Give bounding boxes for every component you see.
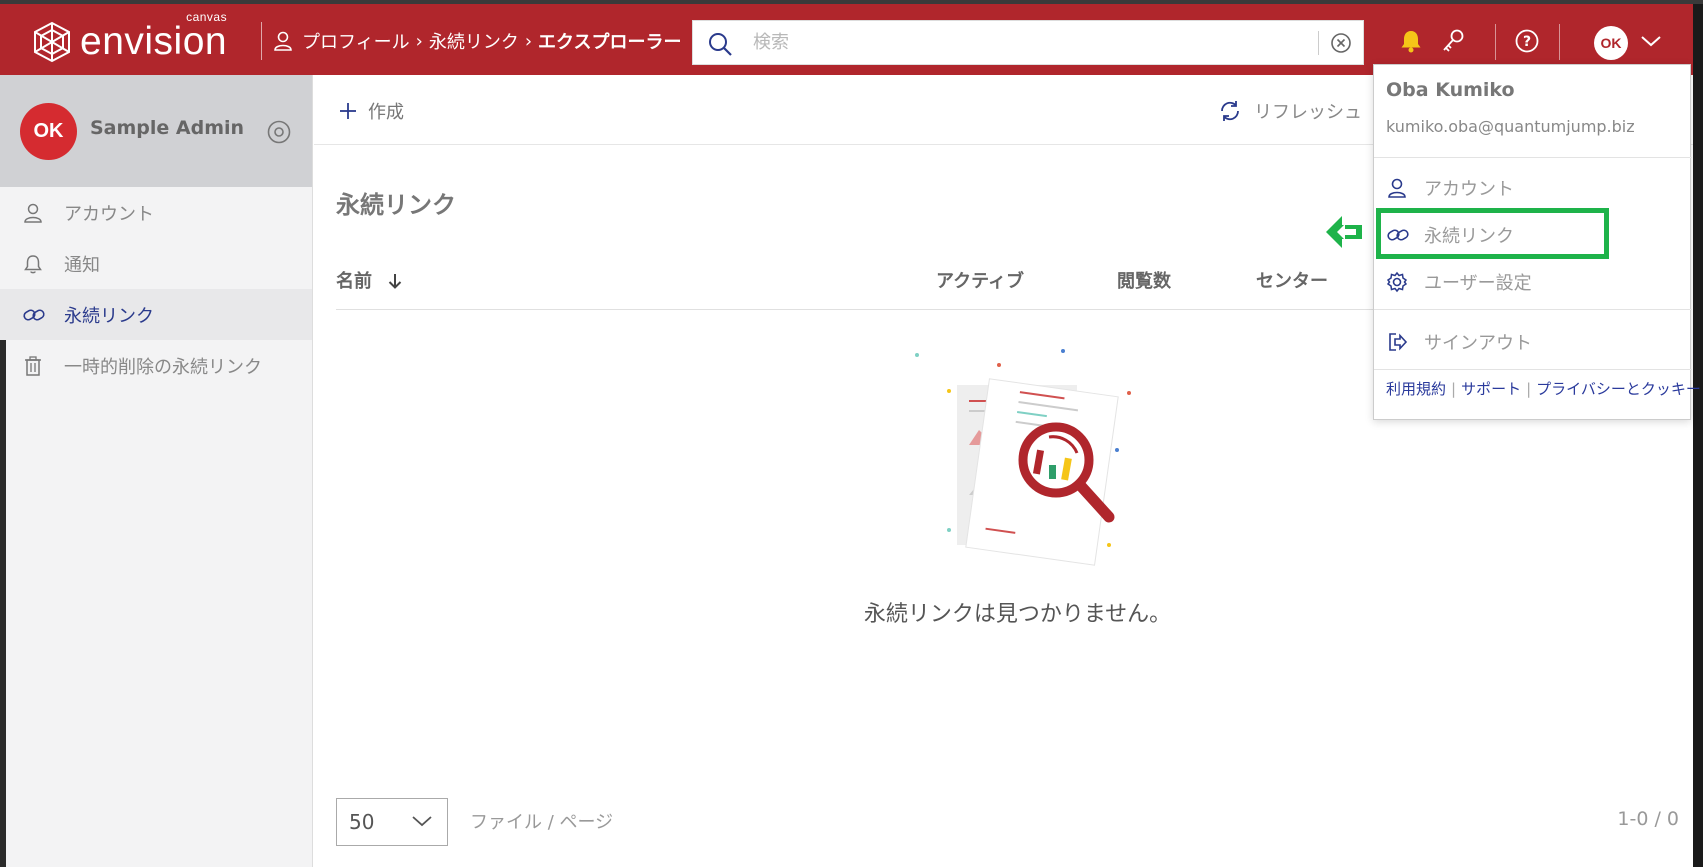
sort-down-icon [389, 274, 402, 289]
support-link[interactable]: サポート [1461, 380, 1521, 398]
page-size-select[interactable]: 50 [336, 798, 448, 846]
person-icon [274, 31, 292, 51]
user-menu-item-sign-out[interactable]: サインアウト [1386, 329, 1532, 355]
search-box [692, 20, 1364, 65]
avatar[interactable]: OK [1594, 26, 1628, 60]
search-input[interactable] [753, 32, 1273, 53]
person-icon [22, 202, 46, 224]
table-header: 名前 アクティブ 閲覧数 センター [336, 258, 1386, 310]
sidebar-item-label: アカウント [64, 203, 154, 225]
sign-out-icon [1386, 331, 1410, 353]
column-header-name[interactable]: 名前 [336, 267, 404, 293]
breadcrumb: プロフィール › 永続リンク › エクスプローラー [272, 28, 684, 54]
sidebar-item-notifications[interactable]: 通知 [0, 238, 312, 289]
page-title: 永続リンク [336, 191, 456, 219]
empty-state-message: 永続リンクは見つかりません。 [863, 602, 1172, 627]
chevron-right-icon: › [524, 30, 533, 52]
highlight-box [1376, 208, 1609, 259]
create-label: 作成 [368, 102, 404, 123]
avatar[interactable]: OK [20, 103, 77, 160]
clear-search-icon[interactable] [1329, 31, 1353, 55]
sidebar-item-account[interactable]: アカウント [0, 187, 312, 238]
privacy-link[interactable]: プライバシーとクッキー [1536, 380, 1701, 398]
create-button[interactable]: 作成 [338, 98, 404, 124]
envision-logo[interactable]: envision canvas [32, 10, 228, 66]
chevron-right-icon: › [415, 30, 423, 52]
person-icon [1386, 177, 1410, 199]
arrow-left-icon [1326, 216, 1362, 248]
help-icon[interactable]: ? [1514, 28, 1540, 54]
user-menu-item-account[interactable]: アカウント [1386, 175, 1514, 201]
sidebar-item-permalinks[interactable]: 永続リンク [0, 289, 312, 340]
logo-subtext: canvas [186, 10, 228, 24]
column-header-active[interactable]: アクティブ [936, 267, 1024, 293]
breadcrumb-profile[interactable]: プロフィール [302, 28, 410, 54]
bell-icon [22, 253, 46, 275]
gear-icon [1386, 271, 1410, 293]
window-edge [0, 340, 6, 867]
search-icon[interactable] [707, 31, 733, 57]
sidebar: OK Sample Admin アカウント 通知 永続リンク 一時的削除の永続リ… [0, 75, 313, 867]
page-size-value: 50 [349, 810, 375, 834]
terms-link[interactable]: 利用規約 [1386, 380, 1446, 398]
divider [1374, 369, 1692, 370]
logo-text: envision canvas [80, 10, 228, 63]
user-menu-footer: 利用規約 | サポート | プライバシーとクッキー [1386, 380, 1701, 398]
user-menu-label: アカウント [1424, 179, 1514, 200]
svg-text:?: ? [1523, 34, 1531, 50]
sidebar-item-label: 永続リンク [64, 305, 154, 327]
key-icon[interactable] [1440, 28, 1466, 54]
header-divider [261, 22, 262, 60]
bell-icon[interactable] [1398, 28, 1424, 54]
sidebar-profile: OK Sample Admin [0, 75, 312, 187]
page-size-label: ファイル / ページ [470, 812, 614, 833]
pager-count: 1-0 / 0 [1617, 808, 1679, 830]
target-icon[interactable] [266, 119, 292, 145]
column-header-center[interactable]: センター [1256, 267, 1328, 293]
column-header-views[interactable]: 閲覧数 [1117, 267, 1171, 293]
sidebar-item-label: 通知 [64, 254, 100, 276]
header-divider [1495, 24, 1496, 60]
user-menu-item-settings[interactable]: ユーザー設定 [1386, 269, 1532, 295]
divider [1374, 309, 1692, 310]
chevron-down-icon [412, 816, 432, 827]
sidebar-item-deleted-permalinks[interactable]: 一時的削除の永続リンク [0, 340, 312, 391]
divider [1374, 157, 1692, 158]
refresh-icon [1221, 101, 1239, 121]
user-email: kumiko.oba@quantumjump.biz [1386, 117, 1635, 136]
window-edge [1693, 4, 1703, 867]
trash-icon [22, 355, 46, 377]
breadcrumb-permalinks[interactable]: 永続リンク [429, 28, 519, 54]
profile-name: Sample Admin [90, 117, 245, 139]
user-menu-label: サインアウト [1424, 333, 1532, 354]
link-icon [22, 304, 46, 326]
breadcrumb-explorer: エクスプローラー [538, 32, 682, 53]
refresh-label: リフレッシュ [1254, 102, 1362, 123]
user-name: Oba Kumiko [1386, 79, 1515, 101]
empty-state-illustration [915, 349, 1131, 566]
header-divider [1559, 24, 1560, 60]
sidebar-item-label: 一時的削除の永続リンク [64, 356, 262, 378]
search-divider [1318, 31, 1319, 55]
chevron-down-icon[interactable] [1640, 34, 1662, 48]
plus-icon [340, 103, 356, 119]
refresh-button[interactable]: リフレッシュ [1218, 98, 1362, 124]
user-menu-label: ユーザー設定 [1424, 273, 1532, 294]
envision-logo-icon [34, 21, 70, 63]
